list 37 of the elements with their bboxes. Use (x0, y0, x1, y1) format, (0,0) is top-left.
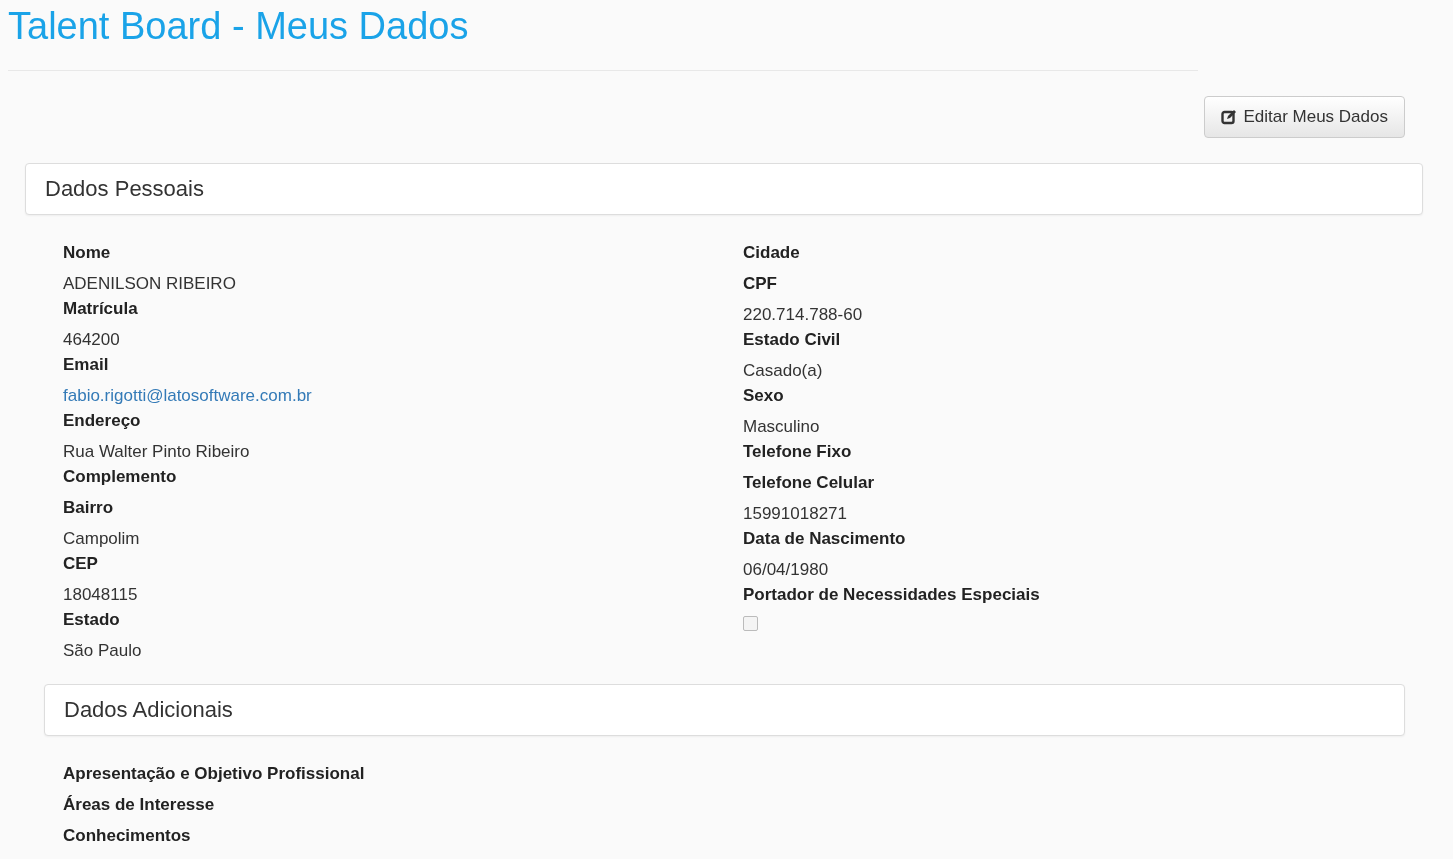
field-label: Matrícula (63, 299, 139, 319)
edit-button[interactable]: Editar Meus Dados (1204, 96, 1405, 138)
field-label: Sexo (743, 386, 785, 406)
field-value: Campolim (63, 529, 141, 549)
field-value: Masculino (743, 417, 821, 437)
field-label: Data de Nascimento (743, 529, 907, 549)
field-value: ADENILSON RIBEIRO (63, 274, 237, 294)
field-label: Portador de Necessidades Especiais (743, 585, 1041, 605)
field-value: 18048115 (63, 585, 139, 605)
field-value: Casado(a) (743, 361, 824, 381)
field-value: Rua Walter Pinto Ribeiro (63, 442, 251, 462)
edit-icon (1221, 109, 1238, 125)
field-label: Estado (63, 610, 121, 630)
field-label: Apresentação e Objetivo Profissional (63, 764, 366, 784)
field-value: 220.714.788-60 (743, 305, 864, 325)
field-label: Conhecimentos (63, 826, 192, 846)
field-label: Bairro (63, 498, 115, 518)
field-label: CEP (63, 554, 99, 574)
section-title: Dados Adicionais (64, 697, 233, 723)
field-label: CPF (743, 274, 778, 294)
field-label: Email (63, 355, 110, 375)
field-label: Complemento (63, 467, 178, 487)
field-label: Estado Civil (743, 330, 842, 350)
field-value: 464200 (63, 330, 121, 350)
field-label: Nome (63, 243, 112, 263)
field-label: Telefone Celular (743, 473, 875, 493)
email-link[interactable]: fabio.rigotti@latosoftware.com.br (63, 386, 312, 405)
field-label: Cidade (743, 243, 801, 263)
section-title: Dados Pessoais (45, 176, 204, 202)
field-value: 06/04/1980 (743, 560, 830, 580)
checkbox[interactable] (743, 616, 758, 631)
page-title: Talent Board - Meus Dados (8, 4, 470, 48)
field-value: São Paulo (63, 641, 143, 661)
field-label: Telefone Fixo (743, 442, 853, 462)
field-label: Áreas de Interesse (63, 795, 216, 815)
field-value: 15991018271 (743, 504, 848, 524)
field-label: Endereço (63, 411, 142, 431)
